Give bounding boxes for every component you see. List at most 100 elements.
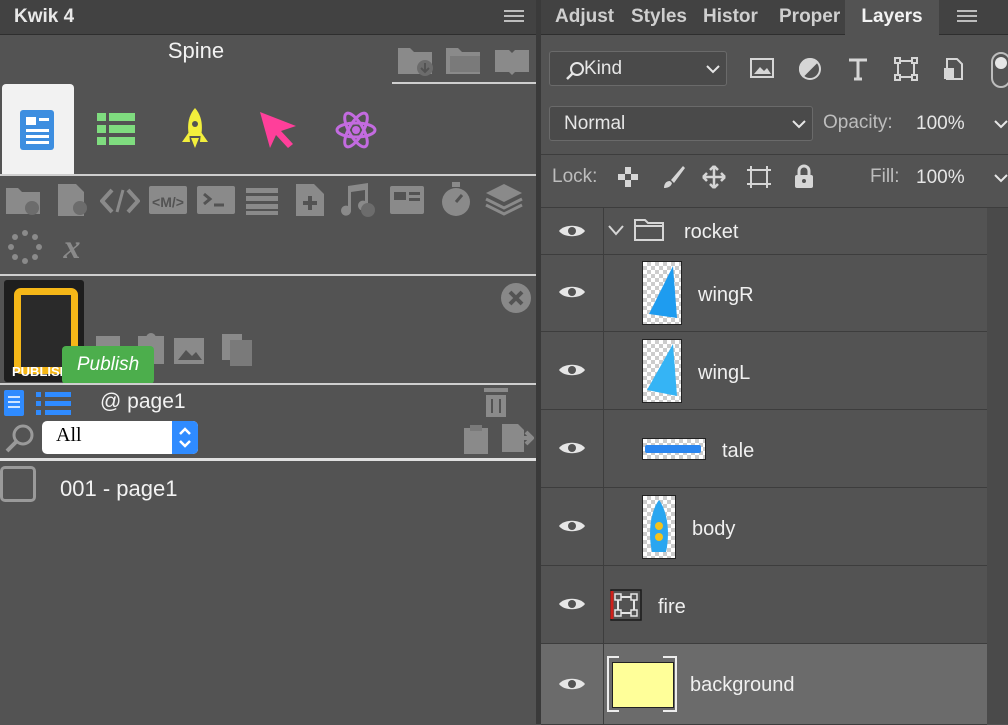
opacity-value: 100%: [916, 113, 965, 134]
layer-row-wingL[interactable]: wingL: [541, 332, 987, 410]
lock-position-icon[interactable]: [701, 164, 727, 190]
tab-properties[interactable]: Proper: [779, 0, 843, 34]
music-icon[interactable]: [338, 182, 378, 218]
chevron-down-icon: [792, 120, 806, 129]
tab-layers[interactable]: Layers: [845, 0, 939, 35]
layer-row-background[interactable]: background: [541, 644, 987, 725]
tab-adjust[interactable]: Adjust: [555, 0, 619, 34]
tab-styles[interactable]: Styles: [631, 0, 693, 34]
lock-transparent-pixels-icon[interactable]: [617, 166, 639, 188]
eye-icon[interactable]: [558, 223, 586, 239]
loading-spinner-icon[interactable]: [6, 228, 44, 266]
filter-select-value: All: [56, 424, 82, 446]
html-icon[interactable]: <M/>: [148, 184, 188, 216]
publish-tooltip: Publish: [62, 346, 154, 384]
paste-icon[interactable]: [460, 424, 494, 456]
layer-thumbnail: [642, 339, 682, 403]
divider: [0, 274, 536, 276]
eye-icon[interactable]: [558, 440, 586, 456]
eye-cell: [541, 254, 604, 331]
add-file-icon[interactable]: [292, 182, 328, 218]
layer-name: wingR: [698, 284, 754, 306]
folder-settings-icon[interactable]: [4, 182, 44, 218]
layer-row-tale[interactable]: tale: [541, 410, 987, 488]
lock-image-pixels-icon[interactable]: [661, 164, 687, 190]
kwik-tabbar: Kwik 4: [0, 0, 536, 35]
duplicate-icon[interactable]: [220, 332, 256, 368]
chevron-down-icon[interactable]: [607, 224, 625, 236]
search-icon[interactable]: [4, 422, 38, 454]
layer-row-body[interactable]: body: [541, 488, 987, 566]
divider: [0, 174, 536, 176]
filter-toggle[interactable]: [991, 52, 1008, 88]
filter-select[interactable]: All: [42, 421, 198, 454]
divider: [541, 154, 1008, 155]
document-settings-icon[interactable]: [52, 182, 92, 218]
shape-filter-icon[interactable]: [893, 56, 919, 82]
page-view-icon[interactable]: [0, 388, 28, 418]
tab-document[interactable]: [2, 84, 74, 174]
layer-row-rocket[interactable]: rocket: [541, 208, 987, 255]
book-icon[interactable]: [492, 42, 532, 78]
stopwatch-icon[interactable]: [438, 180, 474, 218]
variable-x-icon[interactable]: x: [52, 226, 92, 266]
eye-icon[interactable]: [558, 362, 586, 378]
folder-icon: [634, 219, 664, 241]
trash-icon[interactable]: [482, 386, 510, 418]
export-icon[interactable]: [498, 422, 534, 454]
stack-icon[interactable]: [244, 184, 280, 216]
document-icon: [20, 110, 54, 150]
layer-row-fire[interactable]: fire: [541, 566, 987, 644]
lock-artboard-icon[interactable]: [745, 164, 773, 190]
folder-open-icon[interactable]: [444, 42, 484, 78]
image-icon[interactable]: [172, 332, 206, 366]
divider: [0, 383, 536, 385]
chevron-down-icon: [706, 65, 720, 74]
eye-cell: [541, 488, 604, 565]
page-checkbox[interactable]: [0, 466, 36, 502]
eye-icon[interactable]: [558, 596, 586, 612]
eye-icon[interactable]: [558, 284, 586, 300]
layer-thumbnail: [612, 662, 674, 708]
search-icon: [566, 62, 584, 80]
type-filter-icon[interactable]: [845, 56, 871, 82]
kind-filter-value: Kind: [584, 58, 623, 79]
kind-filter-dropdown[interactable]: Kind: [549, 51, 727, 86]
pixel-layer-filter-icon[interactable]: [749, 56, 775, 80]
layers-tabbar: Adjust Styles Histor Proper Layers: [541, 0, 1008, 35]
spine-label: Spine: [167, 38, 225, 63]
panel-menu-icon[interactable]: [957, 10, 977, 24]
opacity-label: Opacity:: [823, 112, 893, 133]
svg-text:<M/>: <M/>: [152, 194, 184, 210]
list-icon[interactable]: [96, 110, 136, 148]
divider: [0, 458, 536, 461]
rocket-icon[interactable]: [178, 106, 212, 152]
lock-all-icon[interactable]: [793, 164, 815, 190]
layer-name: tale: [722, 440, 755, 462]
list-view-icon[interactable]: [36, 392, 72, 416]
adjustment-filter-icon[interactable]: [797, 56, 823, 82]
tab-kwik[interactable]: Kwik 4: [14, 0, 74, 34]
terminal-icon[interactable]: [196, 184, 236, 216]
eye-icon[interactable]: [558, 676, 586, 692]
web-page-icon[interactable]: [388, 182, 428, 218]
fill-field[interactable]: 100%: [907, 160, 1008, 195]
close-icon[interactable]: [500, 282, 532, 314]
smart-object-filter-icon[interactable]: [941, 56, 967, 82]
layers-icon[interactable]: [484, 182, 524, 218]
eye-cell: [541, 410, 604, 487]
opacity-field[interactable]: 100%: [907, 106, 1008, 141]
folder-download-icon[interactable]: [396, 42, 436, 78]
layer-row-wingR[interactable]: wingR: [541, 254, 987, 332]
tab-history[interactable]: Histor: [703, 0, 769, 34]
layers-scrollbar[interactable]: [987, 208, 1008, 724]
panel-menu-icon[interactable]: [504, 10, 524, 24]
list-item[interactable]: 001 - page1: [60, 476, 177, 502]
eye-icon[interactable]: [558, 518, 586, 534]
page-label: @ page1: [100, 390, 186, 413]
atom-icon[interactable]: [334, 108, 378, 152]
cursor-arrow-icon[interactable]: [256, 108, 300, 150]
eye-cell: [541, 208, 604, 254]
code-icon[interactable]: [100, 186, 140, 216]
blend-mode-dropdown[interactable]: Normal: [549, 106, 813, 141]
